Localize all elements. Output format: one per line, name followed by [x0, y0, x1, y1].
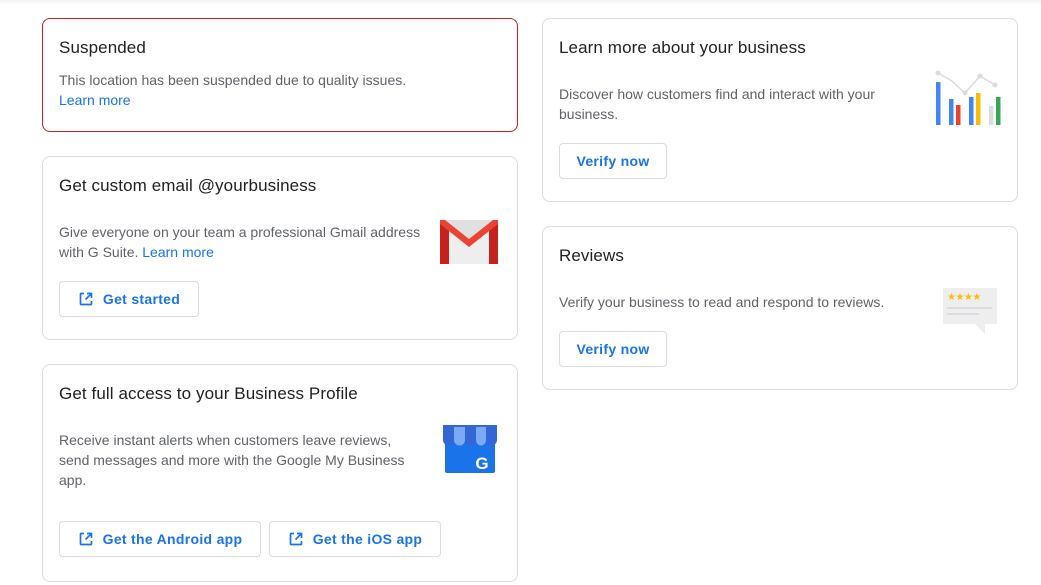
- full-access-title: Get full access to your Business Profile: [59, 384, 358, 403]
- suspended-message: This location has been suspended due to …: [59, 72, 407, 88]
- review-stars-icon: ★★★★: [943, 288, 997, 334]
- custom-email-title: Get custom email @yourbusiness: [59, 176, 317, 195]
- store-icon-letter: G: [475, 454, 488, 473]
- suspended-learn-more-link[interactable]: Learn more: [59, 92, 131, 108]
- custom-email-message: Give everyone on your team a professiona…: [59, 224, 421, 260]
- full-access-card: Get full access to your Business Profile…: [42, 364, 518, 582]
- get-started-label: Get started: [102, 291, 181, 307]
- get-android-app-label: Get the Android app: [102, 531, 243, 547]
- suspended-text: This location has been suspended due to …: [59, 70, 499, 110]
- google-my-business-store-icon: G: [443, 425, 497, 473]
- get-android-app-button[interactable]: Get the Android app: [59, 521, 261, 557]
- gmail-logo-icon: [440, 220, 498, 264]
- open-in-new-icon: [289, 532, 303, 546]
- reviews-title: Reviews: [559, 246, 624, 265]
- reviews-card: Reviews Verify your business to read and…: [542, 226, 1018, 390]
- svg-text:★★★★: ★★★★: [947, 292, 981, 303]
- open-in-new-icon: [79, 292, 93, 306]
- learn-more-text: Discover how customers find and interact…: [559, 86, 875, 122]
- custom-email-learn-more-link[interactable]: Learn more: [142, 244, 214, 260]
- learn-more-verify-now-button[interactable]: Verify now: [559, 143, 667, 179]
- custom-email-card: Get custom email @yourbusiness Give ever…: [42, 156, 518, 340]
- get-started-button[interactable]: Get started: [59, 281, 199, 317]
- bar-chart-icon: [935, 70, 1001, 125]
- learn-more-title: Learn more about your business: [559, 38, 806, 57]
- learn-more-card: Learn more about your business Discover …: [542, 18, 1018, 202]
- top-divider: [0, 0, 1041, 4]
- full-access-text: Receive instant alerts when customers le…: [59, 432, 405, 488]
- get-ios-app-button[interactable]: Get the iOS app: [269, 521, 441, 557]
- get-ios-app-label: Get the iOS app: [312, 531, 423, 547]
- custom-email-text: Give everyone on your team a professiona…: [59, 222, 429, 262]
- suspended-card: Suspended This location has been suspend…: [42, 18, 518, 132]
- reviews-text: Verify your business to read and respond…: [559, 294, 885, 310]
- reviews-verify-now-button[interactable]: Verify now: [559, 331, 667, 367]
- open-in-new-icon: [79, 532, 92, 546]
- suspended-title: Suspended: [59, 38, 146, 57]
